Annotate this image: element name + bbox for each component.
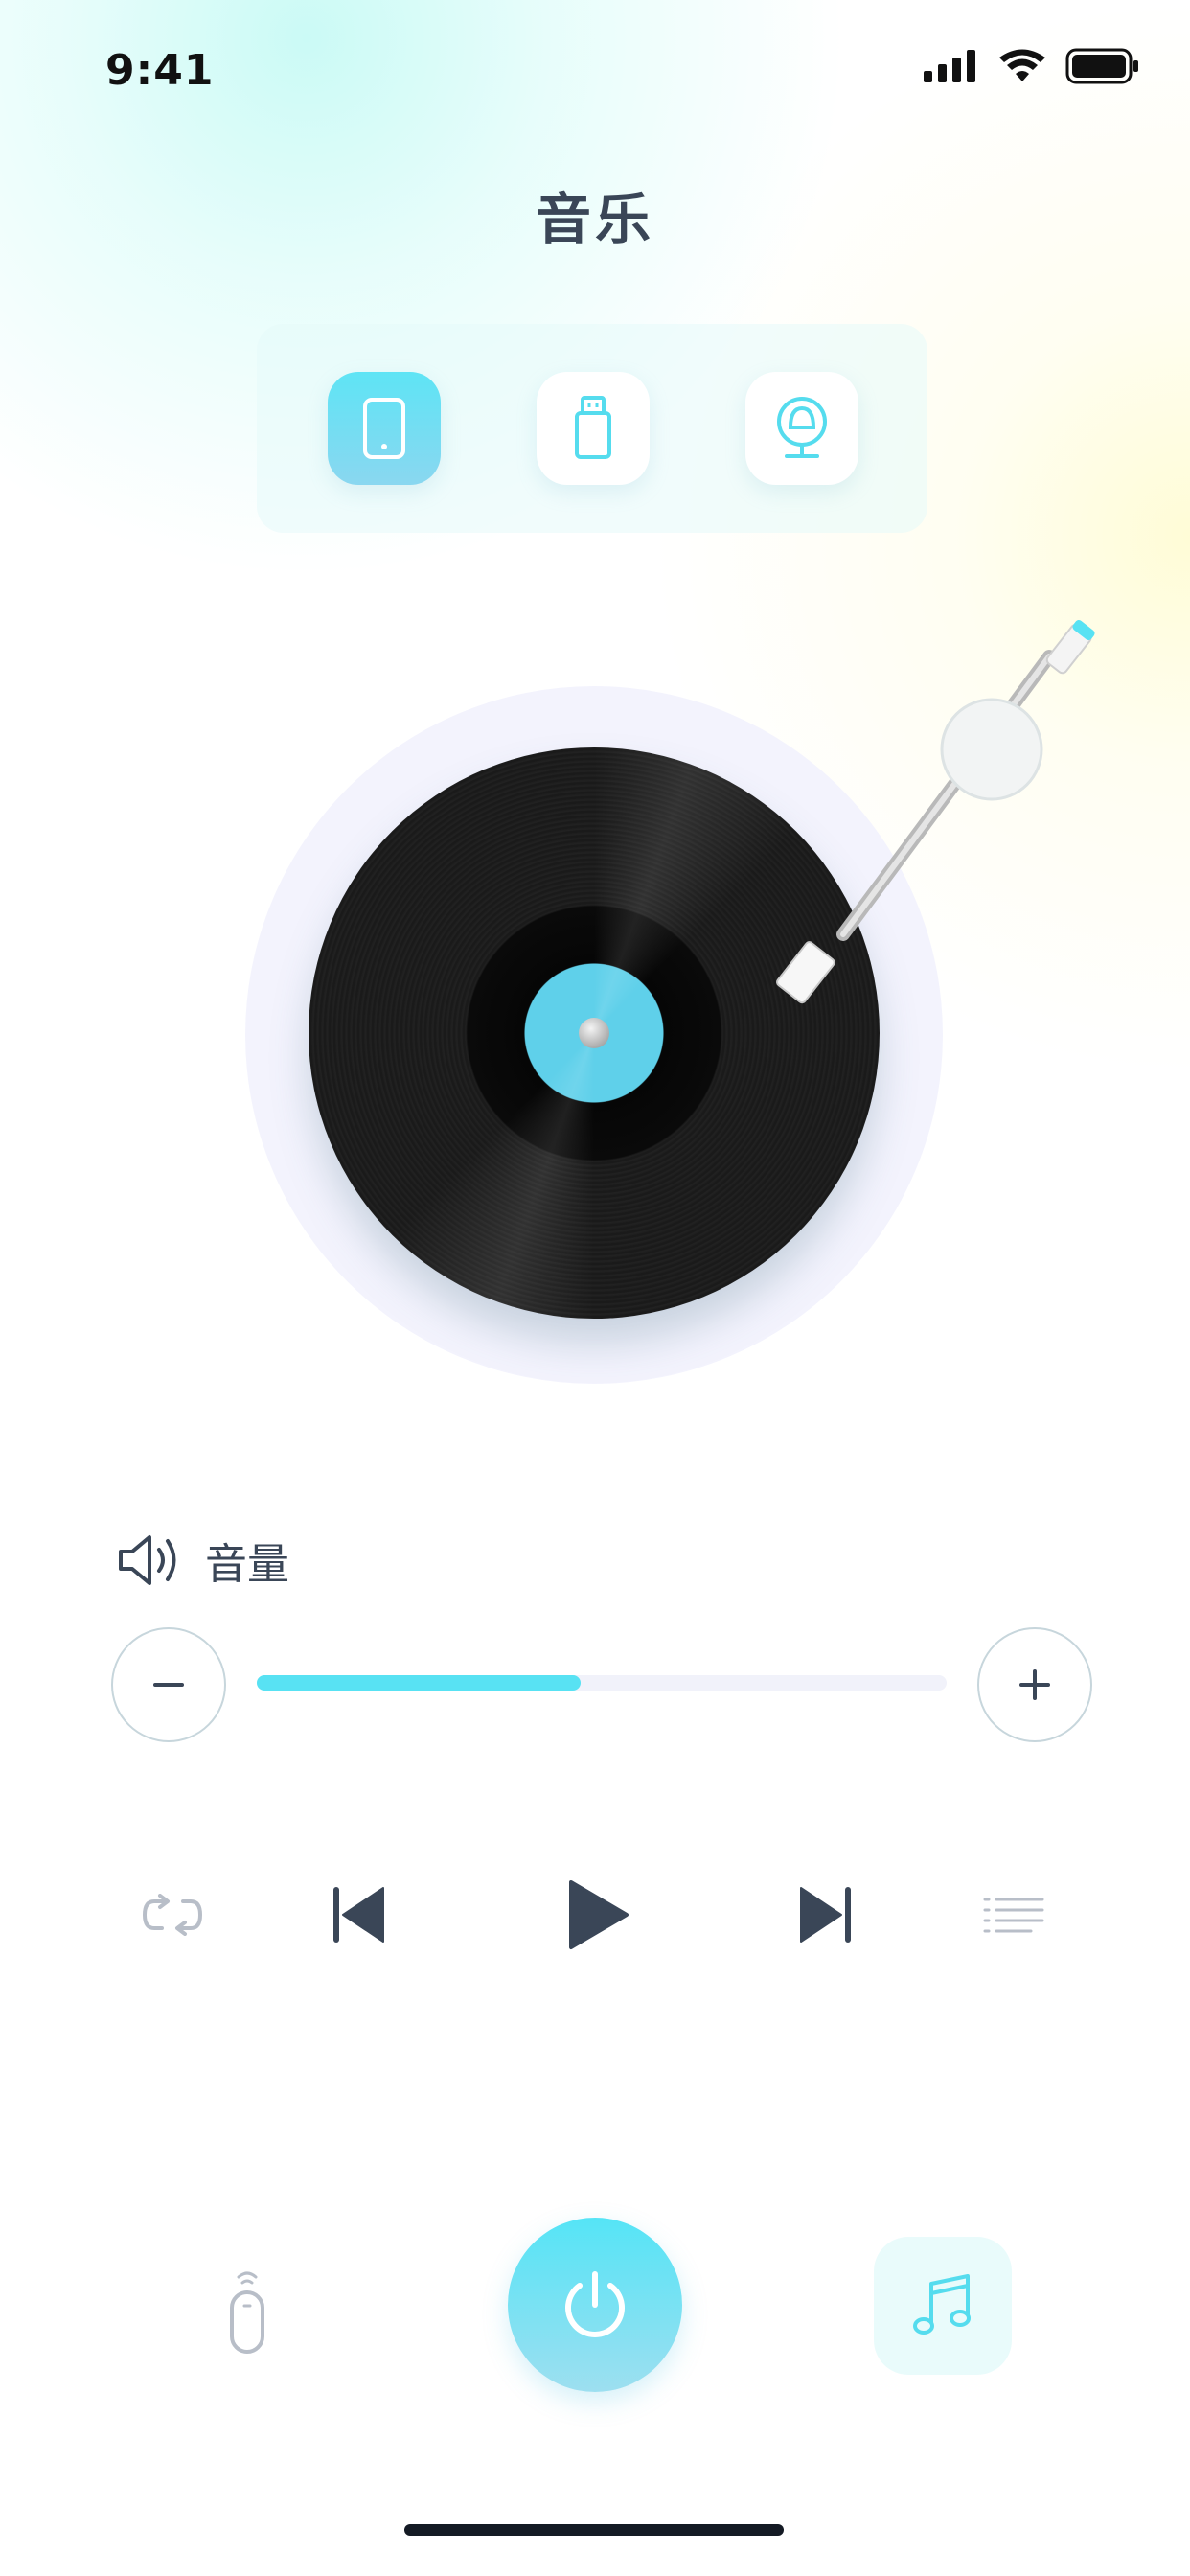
volume-down-button[interactable]	[111, 1627, 226, 1742]
source-webcam-button[interactable]	[745, 372, 858, 485]
remote-button[interactable]	[213, 2264, 282, 2359]
music-button[interactable]	[874, 2237, 1012, 2375]
status-time: 9:41	[105, 46, 215, 95]
repeat-icon	[142, 1894, 203, 1936]
minus-icon	[153, 1683, 184, 1687]
status-icons	[924, 48, 1140, 84]
speaker-icon	[119, 1535, 176, 1585]
playlist-icon	[983, 1898, 1044, 1933]
volume-up-button[interactable]	[977, 1627, 1092, 1742]
source-selector	[257, 324, 927, 533]
wifi-icon	[999, 49, 1045, 81]
phone-icon	[363, 398, 405, 459]
music-note-icon	[913, 2274, 971, 2334]
play-icon	[569, 1880, 629, 1949]
play-button[interactable]	[550, 1876, 646, 1953]
volume-header: 音量	[117, 1530, 289, 1591]
power-icon	[565, 2271, 625, 2337]
signal-icon	[924, 50, 975, 82]
source-phone-button[interactable]	[328, 372, 441, 485]
volume-slider[interactable]	[257, 1675, 947, 1690]
volume-slider-fill	[257, 1675, 582, 1690]
battery-icon	[1065, 48, 1138, 84]
repeat-button[interactable]	[125, 1876, 220, 1953]
remote-icon	[230, 2271, 264, 2354]
playlist-button[interactable]	[966, 1876, 1062, 1953]
volume-label: 音量	[205, 1540, 289, 1589]
home-indicator	[404, 2524, 784, 2536]
source-usb-button[interactable]	[537, 372, 650, 485]
previous-icon	[333, 1887, 384, 1943]
record-spindle	[579, 1018, 609, 1048]
tonearm[interactable]	[728, 613, 1131, 1054]
usb-icon	[575, 396, 611, 459]
plus-icon	[1019, 1669, 1050, 1700]
previous-button[interactable]	[310, 1876, 406, 1953]
power-button[interactable]	[508, 2218, 682, 2392]
webcam-icon	[777, 397, 827, 458]
next-button[interactable]	[778, 1876, 874, 1953]
page-title: 音乐	[535, 187, 654, 252]
next-icon	[800, 1887, 851, 1943]
